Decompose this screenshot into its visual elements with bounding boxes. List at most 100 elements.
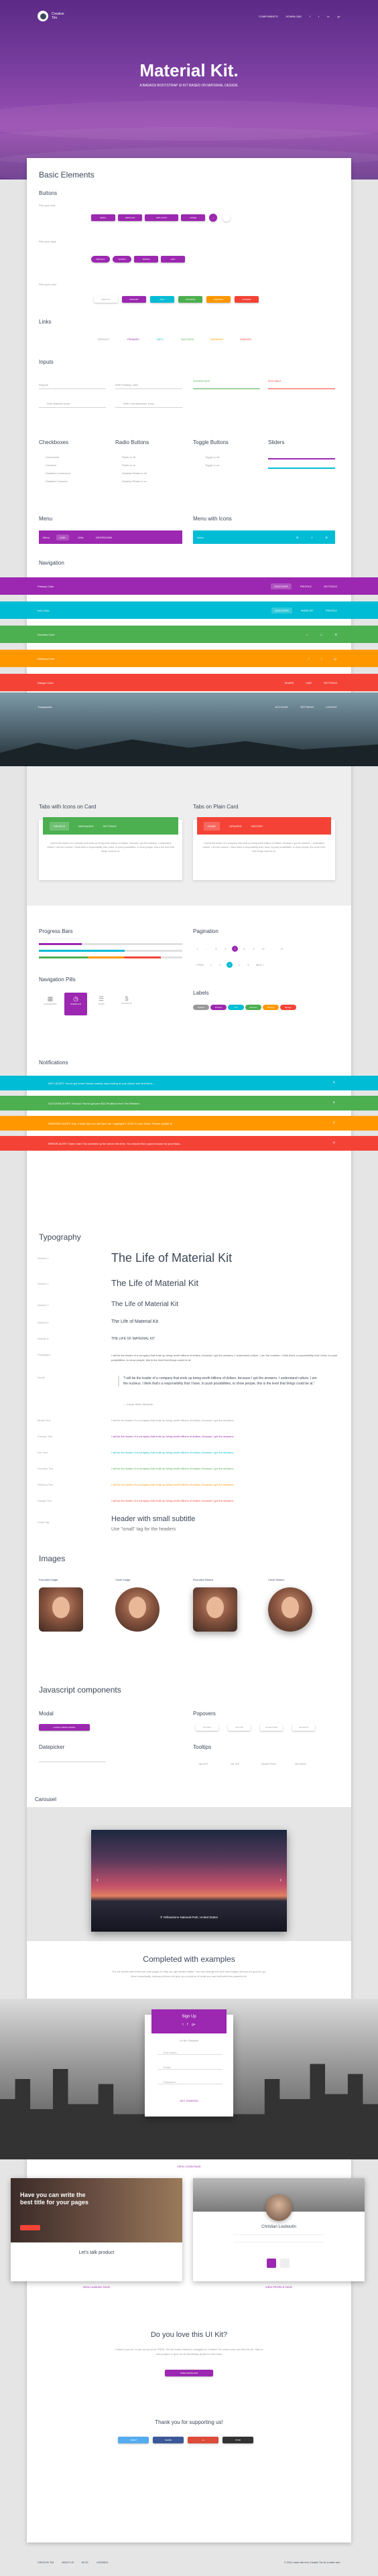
popover-top[interactable]: ON TOP [228,1724,251,1731]
page-6[interactable]: 6 [223,946,229,952]
carousel-next-icon[interactable]: › [279,1877,281,1883]
tab-settings[interactable]: SETTINGS [103,825,117,828]
link-style-button[interactable]: LINK [161,256,185,263]
navbar-danger-item-1[interactable]: SHARE [281,680,298,686]
small-button[interactable]: SMALL [91,214,115,221]
radio-on[interactable]: Radio is on [122,463,135,467]
view-login-link[interactable]: VIEW LOGIN PAGE [27,2165,351,2168]
input-error[interactable]: Error input [268,379,281,382]
popover-left[interactable]: ON LEFT [196,1724,218,1731]
facebook-icon[interactable]: f [187,2023,188,2027]
view-landing-link[interactable]: VIEW LANDING PAGE [11,2285,182,2289]
page-1[interactable]: 1 [194,946,200,952]
navbar-transparent-item-3[interactable]: LOGOUT [322,704,340,710]
navbar-transparent-item-2[interactable]: SETTINGS [297,704,317,710]
tab-home[interactable]: HOME [204,821,220,831]
navbar-transparent-label[interactable]: Transparent [38,705,52,709]
navbar-info-item-1[interactable]: DISCOVER [271,607,292,614]
tooltip-left[interactable]: ON LEFT [198,1763,208,1766]
share-button[interactable]: SHARE [153,2437,184,2443]
checkbox-unchecked[interactable]: Unchecked [46,455,59,459]
navbar-danger-label[interactable]: Danger Color [38,681,54,685]
nav-download-link[interactable]: DOWNLOAD [286,15,302,18]
profile-tab[interactable] [280,2259,290,2268]
menu-dropdown[interactable]: DROPDOWN [92,534,115,541]
page2-3[interactable]: 3 [227,962,233,968]
navbar-primary-item-3[interactable]: SETTINGS [320,583,340,589]
radio-off[interactable]: Radio is off [122,455,135,459]
page2-2[interactable]: 2 [217,962,223,968]
navbar-transparent-item-1[interactable]: ACCOUNT [271,704,292,710]
menu-brand[interactable]: Menu [43,536,50,539]
round-style-button[interactable]: ROUND [113,256,131,263]
tooltip-bottom[interactable]: ON BOTTOM [261,1763,275,1766]
default-style-button[interactable]: DEFAULT [91,256,110,263]
footer-link-about[interactable]: ABOUT US [62,2561,74,2564]
page-10[interactable]: 10 [260,946,266,952]
close-icon[interactable]: × [332,1101,335,1105]
input-fontawesome-icon[interactable]: With Font Awesome Icons [123,402,154,405]
tweet-button[interactable]: TWEET [118,2437,149,2443]
large-button[interactable]: LARGE [181,214,205,221]
link-success[interactable]: SUCCESS [181,338,194,341]
footer-link-creative-tim[interactable]: CREATIVE TIM [38,2561,54,2564]
tab-history[interactable]: HISTORY [251,825,263,828]
checkbox-disabled-unchecked[interactable]: Disabled Unchecked [46,472,70,475]
tab-updates[interactable]: UPDATES [229,825,242,828]
email-icon[interactable]: ✉ [293,534,302,541]
first-name-input[interactable]: First Name... [158,2051,223,2055]
navbar-info-item-2[interactable]: WISHLIST [298,607,317,614]
input-material-icon[interactable]: With Material Icons [47,402,70,405]
radio-disabled-off[interactable]: Disabled Radio is off [122,472,147,475]
checkbox-disabled-checked[interactable]: Disabled Checked [46,480,67,483]
slider-1[interactable] [268,458,335,459]
regular-button[interactable]: REGULAR [118,214,142,221]
pill-dashboard[interactable]: ▦ DASHBOARD [39,993,62,1015]
input-success[interactable]: Success input [193,379,210,382]
color-info-button[interactable]: INFO [150,296,174,303]
close-icon[interactable]: × [332,1121,335,1125]
page2-1[interactable]: 1 [208,962,214,968]
checkbox-checked[interactable]: Checked [46,463,56,467]
profile-tab-active[interactable] [267,2259,276,2268]
landing-watch-button[interactable] [20,2225,40,2230]
footer-link-licenses[interactable]: LICENSES [97,2561,108,2564]
google-plus-icon[interactable]: g+ [337,15,340,18]
navbar-warning-icon-3[interactable]: g+ [330,656,340,662]
email-input[interactable]: Email... [158,2066,223,2070]
carousel-prev-icon[interactable]: ‹ [97,1877,99,1883]
navbar-primary-item-2[interactable]: PROFILE [297,583,315,589]
link-default[interactable]: DEFAULT [98,338,110,341]
navbar-info-label[interactable]: Info Color [38,609,49,612]
link-primary[interactable]: PRIMARY [127,338,139,341]
carousel-image[interactable]: ⚲ Yellowstone National Park, United Stat… [91,1830,287,1932]
slider-2[interactable] [268,468,335,469]
tooltip-right[interactable]: ON RIGHT [295,1763,306,1766]
navbar-success-icon-3[interactable]: ⚙ [331,632,340,638]
with-icon-button[interactable]: WITH ICON [145,214,178,221]
pill-schedule[interactable]: ◷ SCHEDULE [64,993,87,1015]
get-started-button[interactable]: GET STARTED [145,2099,233,2102]
page-9[interactable]: 9 [251,946,257,952]
color-warning-button[interactable]: WARNING [206,296,231,303]
linkedin-icon[interactable]: in [327,15,329,18]
link-danger[interactable]: DANGER [240,338,251,341]
color-primary-button[interactable]: PRIMARY [122,296,146,303]
page2-4[interactable]: 4 [236,962,242,968]
page-prev[interactable]: < PREV [194,962,205,968]
input-regular[interactable]: Regular [39,383,48,386]
close-icon[interactable]: × [332,1081,335,1085]
color-default-button[interactable]: DEFAULT [94,296,118,303]
github-star-button[interactable]: STAR [223,2437,253,2443]
settings-icon[interactable]: ⚙ [322,534,331,541]
pill-payments[interactable]: $ PAYMENTS [115,993,138,1015]
menu-link-1[interactable]: LINK [56,534,69,541]
page-5[interactable]: 5 [213,946,219,952]
menu-icons-brand[interactable]: Icons [197,536,204,539]
twitter-icon[interactable]: t [182,2023,183,2027]
navbar-primary-item-1[interactable]: DISCOVER [270,583,292,589]
tab-profile[interactable]: PROFILE [50,821,70,831]
profile-preview[interactable]: Christian Louboutin [193,2178,365,2281]
toggle-on[interactable]: Toggle is on [205,463,219,467]
launch-modal-button[interactable]: LAUNCH DEMO MODAL [39,1724,90,1731]
